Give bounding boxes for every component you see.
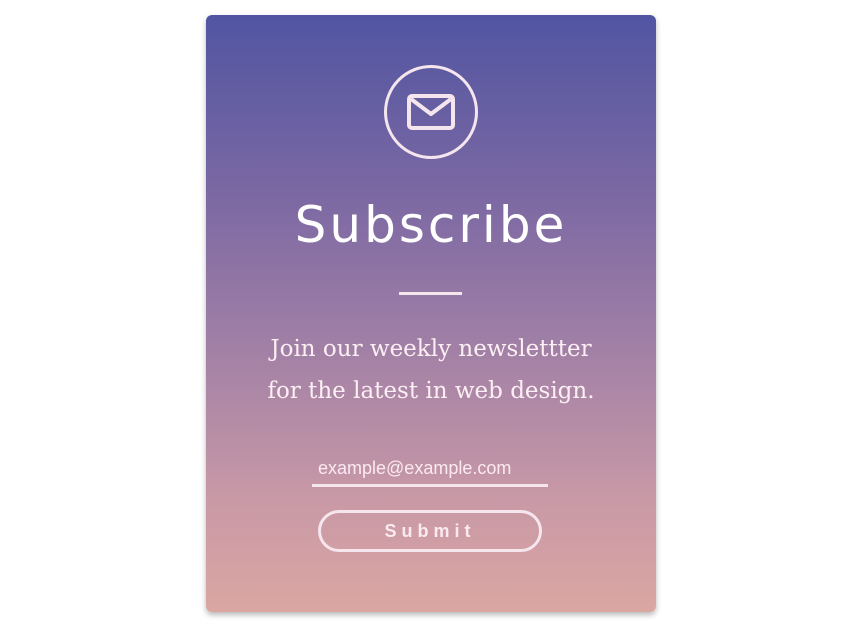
submit-button[interactable]: Submit [318,510,542,552]
page-title: Subscribe [294,196,568,254]
subscribe-card: Subscribe Join our weekly newslettter fo… [206,15,656,612]
envelope-icon [407,94,455,130]
description-line-1: Join our weekly newslettter [270,336,592,362]
newsletter-description: Join our weekly newslettter for the late… [231,328,631,412]
title-divider [399,292,462,295]
description-line-2: for the latest in web design. [267,378,595,404]
email-field[interactable] [312,453,548,487]
envelope-icon-circle [384,65,478,159]
